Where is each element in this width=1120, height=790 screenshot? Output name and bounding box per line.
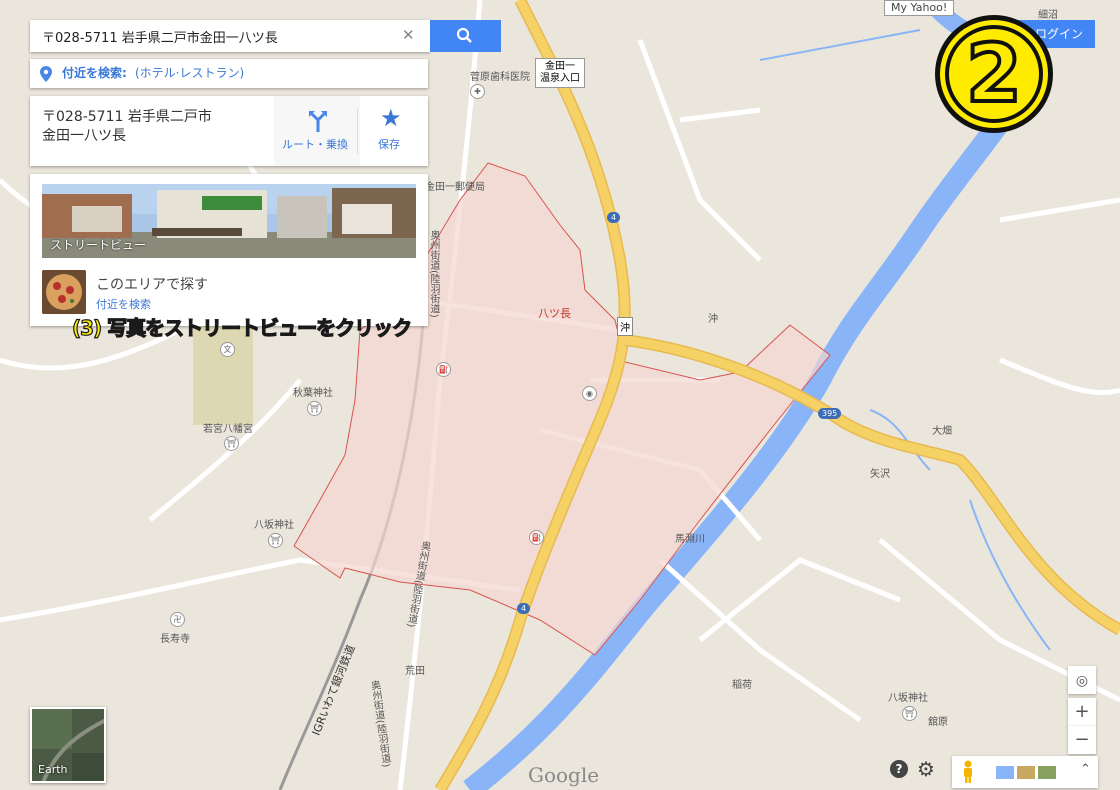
clear-search-icon[interactable]: ✕ (402, 26, 415, 44)
streetview-label: ストリートビュー (50, 238, 147, 252)
map-label-oki-area: 沖 (708, 314, 718, 325)
my-location-button[interactable]: ◎ (1068, 666, 1096, 694)
locate-icon: ◎ (1075, 673, 1089, 689)
location-pin-icon (40, 66, 52, 82)
map-label-choju[interactable]: 長寿寺 (160, 630, 190, 645)
map-label-oshu-kaido-1: 奥州街道(陸羽街道) (428, 230, 439, 318)
place-address: 〒028-5711 岩手県二戸市 金田一八ツ長 (42, 108, 212, 146)
zoom-out-button[interactable]: − (1068, 726, 1096, 754)
map-label-arata: 荒田 (405, 666, 425, 677)
nearby-prefix: 付近を検索: (62, 66, 127, 80)
divider (357, 108, 358, 154)
save-label: 保存 (378, 138, 400, 151)
help-icon[interactable]: ? (890, 760, 908, 778)
explore-link[interactable]: 付近を検索 (96, 296, 151, 312)
map-label-tatehara: 舘原 (928, 717, 948, 728)
layer-thumb-2[interactable] (1017, 766, 1035, 779)
place-card: 〒028-5711 岩手県二戸市 金田一八ツ長 ルート・乗換 ★ 保存 (30, 96, 428, 166)
police-icon[interactable]: ◉ (582, 386, 597, 401)
pegman-icon[interactable] (960, 760, 976, 784)
streetview-thumbnail[interactable]: ストリートビュー (42, 184, 416, 258)
map-label-yasaka[interactable]: 八坂神社 (254, 516, 294, 531)
route-shield-4b: 4 (517, 603, 531, 614)
earth-toggle[interactable]: Earth (30, 707, 106, 783)
onsen-line1: 金田一 (545, 61, 575, 72)
hospital-icon[interactable]: ✚ (470, 84, 485, 99)
route-label: ルート・乗換 (282, 138, 348, 151)
my-yahoo-tab[interactable]: My Yahoo! (884, 0, 955, 16)
save-button[interactable]: ★ 保存 (360, 96, 428, 166)
step-number-badge: 2 (935, 15, 1053, 133)
earth-label: Earth (38, 763, 68, 776)
map-label-yatsuo[interactable]: 八ツ長 (538, 305, 571, 321)
search-box[interactable]: ✕ (30, 20, 430, 52)
map-label-oki-shield: 沖 (617, 317, 633, 336)
food-photo (42, 270, 86, 314)
explore-thumbnail[interactable] (42, 270, 86, 314)
instruction-annotation: (3) 写真をストリートビューをクリック (71, 315, 412, 340)
map-label-hosozawa: 細沼 (1038, 10, 1058, 21)
address-line2: 金田一八ツ長 (42, 128, 126, 144)
map-label-inari: 稲荷 (732, 680, 752, 691)
explore-title: このエリアで探す (96, 277, 208, 293)
gas-station-icon-2[interactable]: ⛽ (529, 530, 544, 545)
school-icon[interactable]: 文 (220, 342, 235, 357)
map-label-wakamiya[interactable]: 若宮八幡宮 (203, 420, 253, 435)
address-line1: 〒028-5711 岩手県二戸市 (42, 109, 212, 125)
route-button[interactable]: ルート・乗換 (274, 96, 360, 166)
map-label-onsen-sign[interactable]: 金田一 温泉入口 (535, 58, 585, 88)
nearby-search-bar[interactable]: 付近を検索: (ホテル·レストラン) (30, 59, 428, 88)
map-label-yazawa: 矢沢 (870, 469, 890, 480)
gas-station-icon[interactable]: ⛽ (436, 362, 451, 377)
temple-icon[interactable]: 卍 (170, 612, 185, 627)
search-icon (456, 27, 472, 43)
layer-thumb-1[interactable] (996, 766, 1014, 779)
shrine-icon-akiba[interactable]: ⛩ (307, 401, 322, 416)
layers-bar: ⌃ (952, 756, 1098, 788)
layer-thumb-3[interactable] (1038, 766, 1056, 779)
map-label-mabuchi: 馬淵川 (675, 534, 705, 545)
media-card: ストリートビュー このエリアで探す 付近を検索 (30, 174, 428, 326)
nearby-link[interactable]: (ホテル·レストラン) (135, 59, 244, 88)
map-label-ohata: 大畑 (932, 426, 952, 437)
star-icon: ★ (380, 104, 402, 132)
map-label-akiba[interactable]: 秋葉神社 (293, 384, 333, 399)
directions-icon (309, 111, 327, 132)
route-shield-4a: 4 (607, 212, 621, 223)
gear-icon[interactable]: ⚙ (917, 758, 935, 780)
search-input[interactable] (30, 20, 400, 52)
map-label-sugawara[interactable]: 菅原歯科医院 (470, 68, 530, 83)
shrine-icon-yasaka2[interactable]: ⛩ (902, 706, 917, 721)
shrine-icon-yasaka[interactable]: ⛩ (268, 533, 283, 548)
chevron-up-icon[interactable]: ⌃ (1080, 762, 1091, 777)
google-logo: Google (528, 763, 600, 787)
route-shield-395: 395 (818, 408, 842, 419)
map-label-post-office[interactable]: 金田一郵便局 (425, 178, 485, 193)
zoom-in-button[interactable]: + (1068, 698, 1096, 726)
shrine-icon-wakamiya[interactable]: ⛩ (224, 436, 239, 451)
map-label-yasaka2[interactable]: 八坂神社 (888, 689, 928, 704)
step-number: 2 (964, 25, 1024, 122)
onsen-line2: 温泉入口 (540, 73, 580, 84)
search-button[interactable] (430, 20, 501, 52)
